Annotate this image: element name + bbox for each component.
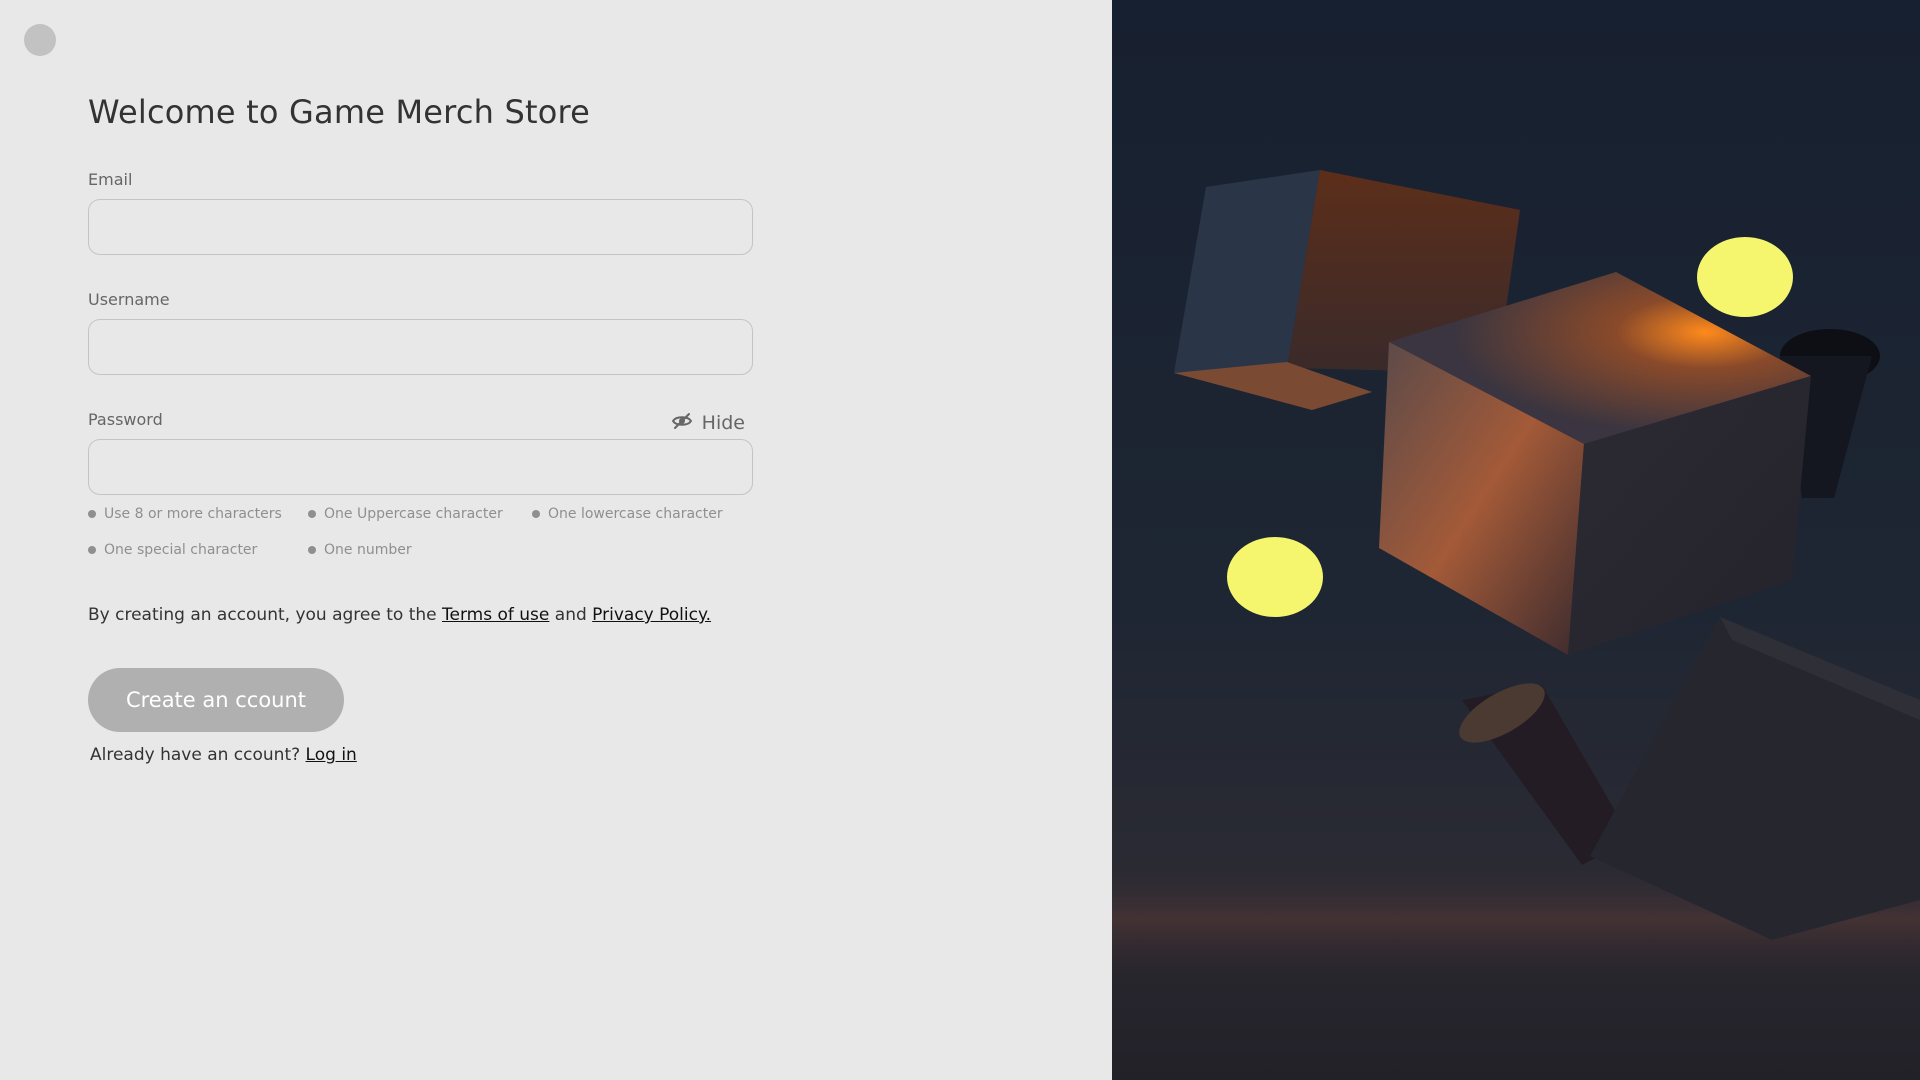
password-rule: One Uppercase character xyxy=(308,503,532,525)
password-rule: Use 8 or more characters xyxy=(88,503,308,525)
page-title: Welcome to Game Merch Store xyxy=(88,93,591,131)
bullet-icon xyxy=(532,510,540,518)
rule-text: One lowercase character xyxy=(548,506,723,522)
email-field[interactable] xyxy=(88,199,753,255)
password-rules: Use 8 or more characters One Uppercase c… xyxy=(88,503,753,561)
terms-prefix: By creating an account, you agree to the xyxy=(88,605,443,625)
eye-slash-icon xyxy=(671,412,692,434)
password-label: Password xyxy=(88,410,163,429)
terms-of-use-link[interactable]: Terms of use xyxy=(442,605,549,625)
terms-joiner: and xyxy=(549,605,593,625)
password-field[interactable] xyxy=(88,439,753,495)
signup-form: Welcome to Game Merch Store Email Userna… xyxy=(88,92,753,767)
logo-icon[interactable] xyxy=(24,24,56,56)
rule-text: Use 8 or more characters xyxy=(104,506,282,522)
rule-text: One special character xyxy=(104,542,258,558)
username-field[interactable] xyxy=(88,319,753,375)
create-account-button[interactable]: Create an ccount xyxy=(88,668,344,732)
login-prompt-text: Already have an ccount? xyxy=(90,745,306,765)
privacy-policy-link[interactable]: Privacy Policy. xyxy=(592,605,711,625)
password-rule: One number xyxy=(308,539,532,561)
password-label-row: Password Hide xyxy=(88,410,753,433)
bullet-icon xyxy=(308,546,316,554)
password-rule: One special character xyxy=(88,539,308,561)
hero-illustration xyxy=(1112,0,1920,1080)
form-panel: Welcome to Game Merch Store Email Userna… xyxy=(0,0,1112,1080)
floating-shapes-illustration xyxy=(1112,170,1920,1000)
login-link[interactable]: Log in xyxy=(306,745,357,765)
bullet-icon xyxy=(88,510,96,518)
rule-text: One Uppercase character xyxy=(324,506,503,522)
hide-password-toggle[interactable]: Hide xyxy=(671,412,745,434)
rule-text: One number xyxy=(324,542,412,558)
bullet-icon xyxy=(88,546,96,554)
email-label: Email xyxy=(88,170,133,189)
terms-notice: By creating an account, you agree to the… xyxy=(88,603,753,627)
bullet-icon xyxy=(308,510,316,518)
login-prompt: Already have an ccount? Log in xyxy=(90,743,753,767)
password-rule: One lowercase character xyxy=(532,503,752,525)
username-label: Username xyxy=(88,290,170,309)
hide-label: Hide xyxy=(701,412,745,434)
